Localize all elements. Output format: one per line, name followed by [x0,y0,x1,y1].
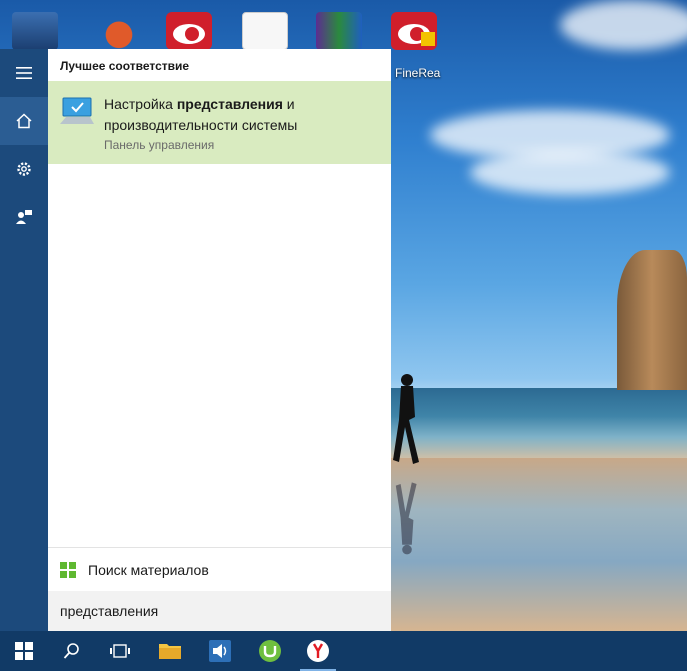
folder-icon [159,644,181,659]
best-match-header: Лучшее соответствие [60,59,190,73]
cloud [560,0,687,50]
runner-silhouette [393,374,419,464]
finereader-shortcut-icon[interactable] [391,12,437,50]
hamburger-icon [16,67,32,79]
title-part: и [282,96,295,112]
start-menu-rail [0,49,48,631]
windows-start-icon [15,642,33,660]
utorrent-button[interactable] [246,631,294,671]
ccleaner-icon[interactable] [96,12,142,50]
search-materials-label: Поиск материалов [88,561,209,578]
task-view-button[interactable] [96,631,144,671]
monitor-checkmark-icon [60,97,94,124]
best-match-title: Настройка представления и [104,96,295,112]
cloud [470,150,670,195]
windows-logo-icon [60,561,76,578]
yandex-icon [307,640,329,662]
best-match-result[interactable]: Настройка представления и производительн… [48,81,391,164]
yandex-browser-button[interactable] [294,631,342,671]
beach [390,458,687,631]
taskbar-search-button[interactable] [48,631,96,671]
audio-app-button[interactable] [196,631,244,671]
search-input[interactable] [60,603,370,619]
task-view-icon [110,644,130,658]
search-box[interactable] [48,591,391,631]
home-icon [16,113,32,129]
best-match-title-line2: производительности системы [104,117,298,133]
best-match-subtitle: Панель управления [104,138,215,152]
finereader-icon[interactable] [166,12,212,50]
search-materials-row[interactable]: Поиск материалов [48,547,391,591]
settings-button[interactable] [0,145,48,193]
hamburger-menu-button[interactable] [0,49,48,97]
wd-drive-icon[interactable] [12,12,58,50]
taskbar [0,631,687,671]
title-highlight: представления [176,96,283,112]
home-button[interactable] [0,97,48,145]
search-icon [63,643,79,659]
person-feedback-icon [16,210,32,224]
document-icon[interactable] [242,12,288,50]
rock-formation [617,250,687,390]
start-button[interactable] [0,631,48,671]
search-results-panel: Лучшее соответствие Настройка представле… [48,49,391,631]
runner-reflection [395,482,417,555]
utorrent-icon [259,640,281,662]
desktop-icon-label: FineRea [395,66,441,80]
sea [390,388,687,458]
speaker-icon [209,640,231,662]
winrar-icon[interactable] [316,12,362,50]
feedback-button[interactable] [0,193,48,241]
title-part: Настройка [104,96,177,112]
file-explorer-button[interactable] [146,631,194,671]
gear-icon [17,162,31,176]
